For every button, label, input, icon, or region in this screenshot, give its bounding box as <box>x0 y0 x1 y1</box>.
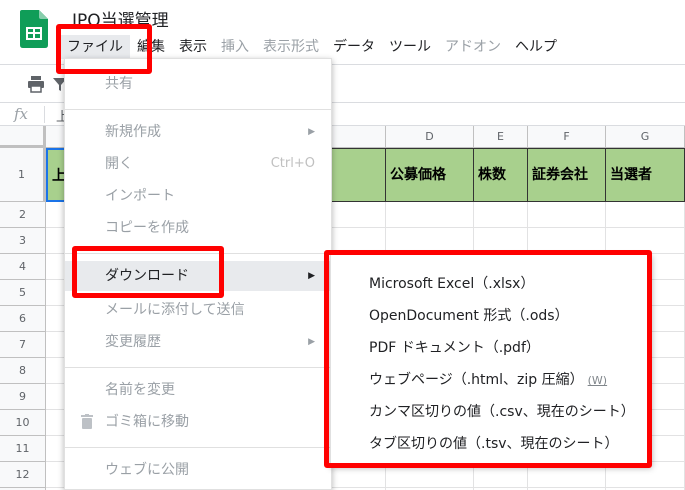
grid-cell[interactable] <box>528 228 606 254</box>
print-icon[interactable] <box>26 74 46 94</box>
menu-addons[interactable]: アドオン <box>438 35 508 59</box>
menu-item-open[interactable]: 開く Ctrl+O <box>65 149 331 179</box>
menu-edit[interactable]: 編集 <box>130 35 172 59</box>
menu-divider <box>65 447 331 448</box>
menu-tools[interactable]: ツール <box>382 35 438 59</box>
header-cell-d[interactable]: 公募価格 <box>386 148 474 202</box>
formula-divider <box>44 106 45 123</box>
download-html-hint: (W) <box>587 374 608 387</box>
row-header[interactable]: 7 <box>0 332 46 358</box>
header-cell-f[interactable]: 証券会社 <box>528 148 606 202</box>
grid-cell[interactable] <box>474 228 528 254</box>
menu-item-email-attachment[interactable]: メールに添付して送信 <box>65 295 331 325</box>
menu-item-label: ダウンロード <box>105 268 189 284</box>
column-header-g[interactable]: G <box>606 126 685 148</box>
row-header[interactable]: 12 <box>0 462 46 488</box>
download-xlsx[interactable]: Microsoft Excel（.xlsx） <box>369 271 534 297</box>
menu-item-make-copy[interactable]: コピーを作成 <box>65 213 331 243</box>
menu-divider <box>65 367 331 368</box>
menu-item-rename[interactable]: 名前を変更 <box>65 375 331 405</box>
menu-item-publish-web[interactable]: ウェブに公開 <box>65 455 331 485</box>
menu-item-label: 新規作成 <box>105 124 161 140</box>
menu-item-download[interactable]: ダウンロード ▶ <box>65 261 331 291</box>
menu-item-label: コピーを作成 <box>105 220 189 236</box>
download-csv[interactable]: カンマ区切りの値（.csv、現在のシート） <box>369 399 635 425</box>
menu-item-move-to-trash[interactable]: ゴミ箱に移動 <box>65 407 331 437</box>
menu-item-import[interactable]: インポート <box>65 181 331 211</box>
row-header[interactable]: 4 <box>0 254 46 280</box>
grid-cell[interactable] <box>528 202 606 228</box>
sheets-logo-icon[interactable] <box>20 10 48 48</box>
grid-cell[interactable] <box>606 228 685 254</box>
menu-item-label: 変更履歴 <box>105 334 161 350</box>
menu-format[interactable]: 表示形式 <box>256 35 326 59</box>
menu-divider <box>65 109 331 110</box>
download-submenu: Microsoft Excel（.xlsx） OpenDocument 形式（.… <box>330 254 652 466</box>
row-header-1[interactable]: 1 <box>0 148 46 202</box>
download-tsv[interactable]: タブ区切りの値（.tsv、現在のシート） <box>369 431 619 457</box>
row-header[interactable]: 9 <box>0 384 46 410</box>
row-header[interactable]: 3 <box>0 228 46 254</box>
row-header[interactable]: 11 <box>0 436 46 462</box>
header-cell-e[interactable]: 株数 <box>474 148 528 202</box>
menu-view[interactable]: 表示 <box>172 35 214 59</box>
menu-file[interactable]: ファイル <box>60 35 130 59</box>
download-html-label: ウェブページ（.html、zip 圧縮） <box>369 372 584 388</box>
column-header-f[interactable]: F <box>528 126 606 148</box>
download-ods[interactable]: OpenDocument 形式（.ods） <box>369 303 569 329</box>
row-header[interactable]: 8 <box>0 358 46 384</box>
grid-cell[interactable] <box>386 202 474 228</box>
menu-item-label: 共有 <box>105 76 133 92</box>
menu-help[interactable]: ヘルプ <box>508 35 564 59</box>
menu-data[interactable]: データ <box>326 35 382 59</box>
menu-item-version-history[interactable]: 変更履歴 ▶ <box>65 327 331 357</box>
select-all-corner[interactable] <box>0 126 46 148</box>
menu-item-label: メールに添付して送信 <box>105 302 245 318</box>
grid-cell[interactable] <box>386 228 474 254</box>
menu-item-label: ゴミ箱に移動 <box>105 414 189 430</box>
download-html[interactable]: ウェブページ（.html、zip 圧縮） (W) <box>369 367 607 393</box>
fx-icon: fx <box>14 105 29 123</box>
menu-insert[interactable]: 挿入 <box>214 35 256 59</box>
row-header[interactable]: 5 <box>0 280 46 306</box>
menu-item-label: インポート <box>105 188 175 204</box>
row-header[interactable]: 2 <box>0 202 46 228</box>
menu-item-label: 開く <box>105 156 133 172</box>
menu-item-label: ウェブに公開 <box>105 462 189 478</box>
submenu-arrow-icon: ▶ <box>308 127 315 137</box>
shortcut-label: Ctrl+O <box>270 156 315 171</box>
column-header-e[interactable]: E <box>474 126 528 148</box>
menu-item-share[interactable]: 共有 <box>65 69 331 99</box>
menu-bar: ファイル 編集 表示 挿入 表示形式 データ ツール アドオン ヘルプ <box>60 34 564 60</box>
menu-divider <box>65 253 331 254</box>
download-pdf[interactable]: PDF ドキュメント（.pdf） <box>369 335 540 361</box>
header-cell-g[interactable]: 当選者 <box>606 148 685 202</box>
trash-icon <box>81 414 93 429</box>
menu-item-new[interactable]: 新規作成 ▶ <box>65 117 331 147</box>
row-header[interactable]: 6 <box>0 306 46 332</box>
grid-cell[interactable] <box>606 202 685 228</box>
menu-item-label: 名前を変更 <box>105 382 175 398</box>
column-header-d[interactable]: D <box>386 126 474 148</box>
document-title[interactable]: IPO当選管理 <box>72 6 169 31</box>
submenu-arrow-icon: ▶ <box>308 271 315 281</box>
submenu-arrow-icon: ▶ <box>308 337 315 347</box>
row-header[interactable]: 10 <box>0 410 46 436</box>
file-menu: 共有 新規作成 ▶ 開く Ctrl+O インポート コピーを作成 ダウンロード ▶ メ… <box>64 58 332 490</box>
grid-cell[interactable] <box>474 202 528 228</box>
